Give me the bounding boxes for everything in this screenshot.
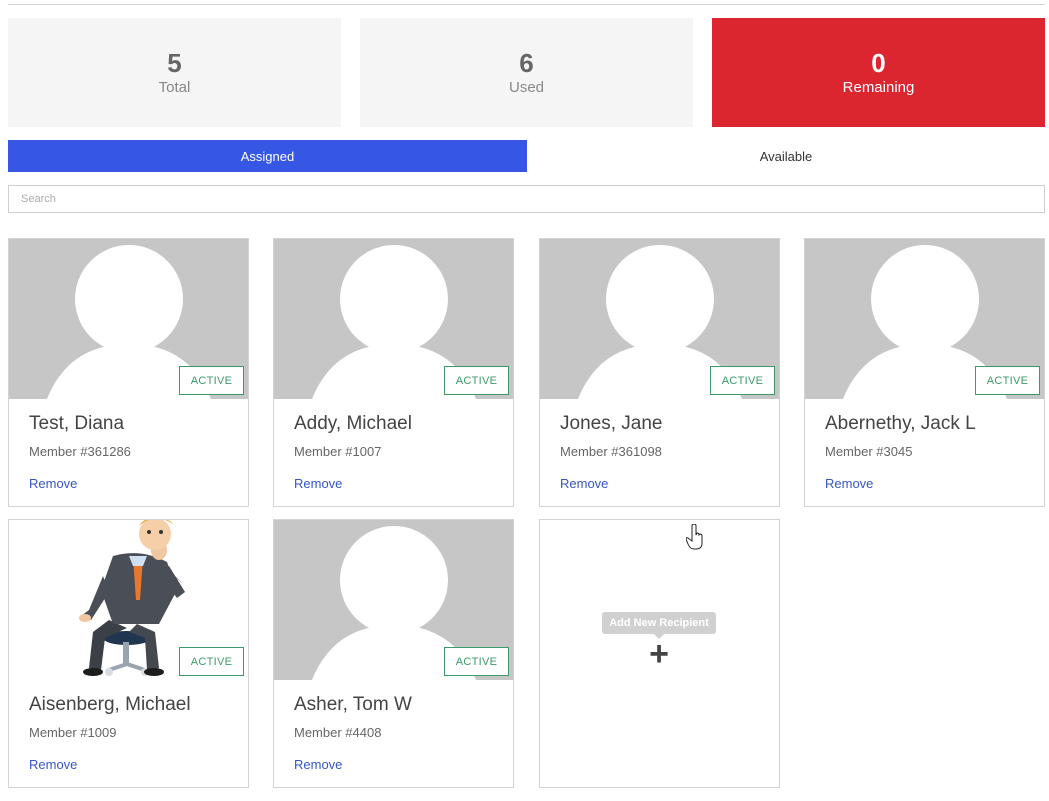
remove-link[interactable]: Remove (825, 476, 873, 491)
stat-used: 6 Used (360, 18, 693, 127)
add-recipient-tooltip: Add New Recipient (602, 612, 716, 639)
stat-used-value: 6 (519, 47, 534, 78)
tab-available-label: Available (759, 148, 813, 164)
search-input[interactable] (8, 185, 1045, 213)
add-recipient-card[interactable]: Add New Recipient + (539, 519, 780, 788)
tab-assigned-label: Assigned (240, 148, 295, 164)
stat-total-label: Total (158, 78, 191, 96)
recipient-name: Test, Diana (29, 413, 125, 434)
recipient-name: Abernethy, Jack L (825, 413, 976, 434)
stat-total-value: 5 (167, 47, 182, 78)
remove-link[interactable]: Remove (560, 476, 608, 491)
member-number: Member #1009 (29, 725, 117, 740)
stat-remaining-value: 0 (871, 47, 886, 78)
recipient-name: Aisenberg, Michael (29, 694, 191, 715)
status-badge: ACTIVE (444, 366, 509, 395)
stat-total: 5 Total (8, 18, 341, 127)
remove-link[interactable]: Remove (294, 757, 342, 772)
tab-assigned[interactable]: Assigned (8, 140, 527, 172)
remove-link[interactable]: Remove (29, 757, 77, 772)
member-number: Member #4408 (294, 725, 382, 740)
member-number: Member #1007 (294, 444, 382, 459)
stat-used-label: Used (508, 78, 545, 96)
recipient-name: Asher, Tom W (294, 694, 412, 715)
status-badge: ACTIVE (179, 647, 244, 676)
member-number: Member #361098 (560, 444, 662, 459)
recipient-name: Jones, Jane (560, 413, 663, 434)
hand-cursor-icon (686, 524, 703, 550)
recipient-card: ACTIVE Abernethy, Jack L Member #3045 Re… (804, 238, 1045, 507)
recipient-card: ACTIVE Asher, Tom W Member #4408 Remove (273, 519, 514, 788)
recipient-name: Addy, Michael (294, 413, 412, 434)
status-badge: ACTIVE (179, 366, 244, 395)
remove-link[interactable]: Remove (294, 476, 342, 491)
status-badge: ACTIVE (710, 366, 775, 395)
member-number: Member #3045 (825, 444, 913, 459)
stat-remaining: 0 Remaining (712, 18, 1045, 127)
recipient-card: ACTIVE Jones, Jane Member #361098 Remove (539, 238, 780, 507)
member-number: Member #361286 (29, 444, 131, 459)
plus-icon[interactable]: + (647, 637, 671, 671)
tab-available[interactable]: Available (527, 140, 1045, 172)
recipient-card: ACTIVE Test, Diana Member #361286 Remove (8, 238, 249, 507)
recipient-card: ACTIVE Addy, Michael Member #1007 Remove (273, 238, 514, 507)
stat-remaining-label: Remaining (842, 78, 915, 96)
recipient-card: ACTIVE Aisenberg, Michael Member #1009 R… (8, 519, 249, 788)
status-badge: ACTIVE (444, 647, 509, 676)
remove-link[interactable]: Remove (29, 476, 77, 491)
status-badge: ACTIVE (975, 366, 1040, 395)
top-divider (8, 4, 1045, 5)
